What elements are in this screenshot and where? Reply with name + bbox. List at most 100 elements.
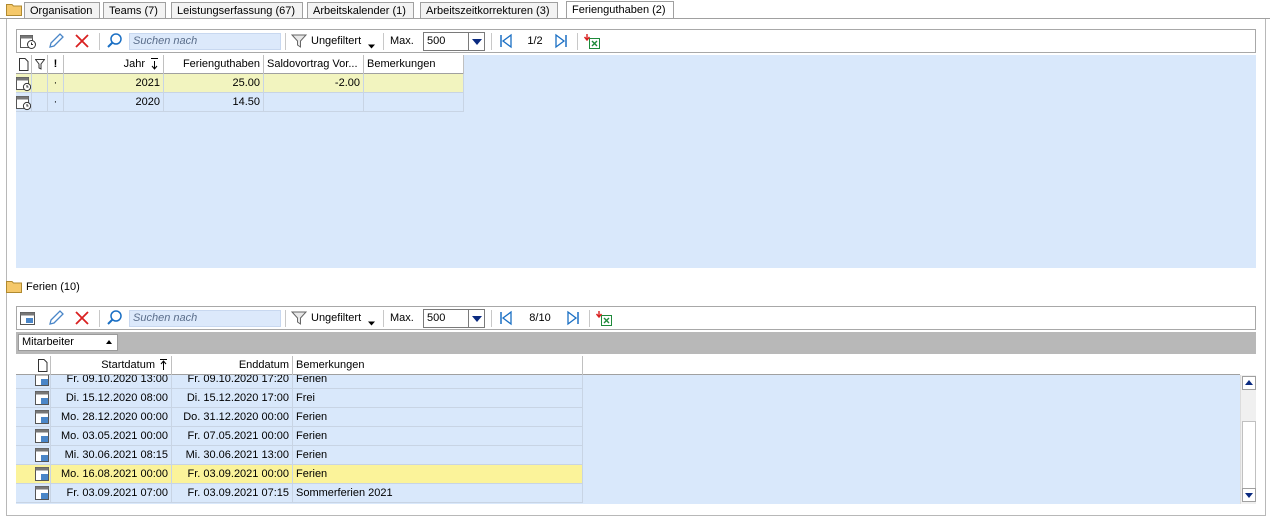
group-by-label: Mitarbeiter bbox=[22, 336, 74, 348]
cell-bemerkungen: Ferien bbox=[293, 408, 583, 427]
row-flag-cell: · bbox=[48, 74, 64, 93]
pencil-icon[interactable] bbox=[47, 309, 65, 327]
max-select[interactable]: 500 bbox=[423, 309, 485, 328]
cell-enddatum: Mi. 30.06.2021 13:00 bbox=[172, 446, 293, 465]
grid-header: ! Jahr Ferienguthaben Saldovortrag Vor..… bbox=[16, 55, 464, 74]
col-header-bemerkungen[interactable]: Bemerkungen bbox=[293, 356, 583, 375]
tab-organisation[interactable]: Organisation bbox=[24, 2, 101, 19]
cell-startdatum: Mo. 16.08.2021 00:00 bbox=[51, 465, 172, 484]
table-row[interactable]: Mo. 28.12.2020 00:00 Do. 31.12.2020 00:00… bbox=[16, 408, 583, 427]
tab-leistungserfassung[interactable]: Leistungserfassung (67) bbox=[171, 2, 304, 19]
col-header-jahr[interactable]: Jahr bbox=[64, 55, 164, 74]
group-by-mitarbeiter[interactable]: Mitarbeiter bbox=[18, 334, 118, 351]
row-indent bbox=[16, 427, 34, 446]
toolbar-separator bbox=[383, 310, 384, 327]
funnel-icon[interactable] bbox=[291, 309, 307, 327]
filter-dropdown[interactable]: Ungefiltert bbox=[311, 311, 361, 326]
calendar-new-icon bbox=[35, 448, 49, 462]
folder-icon bbox=[6, 4, 22, 16]
col-header-enddatum[interactable]: Enddatum bbox=[172, 356, 293, 375]
table-row[interactable]: Mo. 16.08.2021 00:00 Fr. 03.09.2021 00:00… bbox=[16, 465, 583, 484]
funnel-icon[interactable] bbox=[291, 32, 307, 50]
toolbar-separator bbox=[383, 33, 384, 50]
cell-bemerkungen: Ferien bbox=[293, 465, 583, 484]
cell-startdatum: Fr. 03.09.2021 07:00 bbox=[51, 484, 172, 503]
filter-dropdown[interactable]: Ungefiltert bbox=[311, 34, 361, 49]
table-row[interactable]: Fr. 03.09.2021 07:00 Fr. 03.09.2021 07:15… bbox=[16, 484, 583, 503]
sort-ascending-icon bbox=[106, 340, 112, 344]
row-icon-cell bbox=[16, 74, 32, 93]
funnel-icon bbox=[35, 59, 45, 70]
toolbar-separator bbox=[491, 310, 492, 327]
col-header-indent bbox=[16, 356, 34, 375]
cell-ferienguthaben: 14.50 bbox=[164, 93, 264, 112]
max-select[interactable]: 500 bbox=[423, 32, 485, 51]
table-row[interactable]: · 2021 25.00 -2.00 bbox=[16, 74, 464, 93]
row-indent bbox=[16, 465, 34, 484]
tab-ferienguthaben[interactable]: Ferienguthaben (2) bbox=[566, 1, 674, 19]
cell-jahr: 2021 bbox=[64, 74, 164, 93]
calendar-new-icon bbox=[35, 391, 49, 405]
excel-export-icon[interactable] bbox=[595, 309, 613, 327]
table-row[interactable]: Mi. 30.06.2021 08:15 Mi. 30.06.2021 13:00… bbox=[16, 446, 583, 465]
calendar-clock-icon[interactable] bbox=[19, 32, 37, 50]
col-header-ferienguthaben[interactable]: Ferienguthaben bbox=[164, 55, 264, 74]
row-icon-cell bbox=[34, 484, 51, 503]
col-header-startdatum[interactable]: Startdatum bbox=[51, 356, 172, 375]
tab-teams[interactable]: Teams (7) bbox=[103, 2, 166, 19]
cell-ferienguthaben: 25.00 bbox=[164, 74, 264, 93]
magnifier-icon[interactable] bbox=[106, 309, 124, 327]
group-by-bar: Mitarbeiter bbox=[16, 332, 1256, 354]
first-page-icon[interactable] bbox=[498, 309, 514, 327]
calendar-new-icon[interactable] bbox=[19, 309, 37, 327]
excel-export-icon[interactable] bbox=[583, 32, 601, 50]
toolbar-separator bbox=[285, 33, 286, 50]
magnifier-icon[interactable] bbox=[106, 32, 124, 50]
cell-bemerkungen bbox=[364, 74, 464, 93]
x-icon[interactable] bbox=[73, 309, 91, 327]
cell-enddatum: Fr. 03.09.2021 07:15 bbox=[172, 484, 293, 503]
table-row[interactable]: · 2020 14.50 bbox=[16, 93, 464, 112]
table-row[interactable]: Mo. 03.05.2021 00:00 Fr. 07.05.2021 00:00… bbox=[16, 427, 583, 446]
toolbar-separator bbox=[99, 33, 100, 50]
calendar-clock-icon bbox=[16, 96, 31, 111]
chevron-down-icon[interactable] bbox=[368, 315, 375, 333]
col-header-jahr-label: Jahr bbox=[123, 58, 145, 70]
first-page-icon[interactable] bbox=[498, 32, 514, 50]
calendar-new-icon bbox=[35, 429, 49, 443]
calendar-new-icon bbox=[35, 467, 49, 481]
scroll-down-button[interactable] bbox=[1242, 488, 1256, 502]
row-indent bbox=[16, 446, 34, 465]
calendar-clock-icon bbox=[16, 77, 31, 92]
cell-startdatum: Di. 15.12.2020 08:00 bbox=[51, 389, 172, 408]
max-label: Max. bbox=[390, 35, 414, 47]
scroll-thumb[interactable] bbox=[1242, 421, 1256, 489]
row-filter-cell bbox=[32, 74, 48, 93]
toolbar-ferien: Suchen nach Ungefiltert Max. 500 8/10 bbox=[16, 306, 1256, 330]
cell-bemerkungen: Ferien bbox=[293, 427, 583, 446]
max-dropdown-button[interactable] bbox=[468, 310, 484, 327]
sort-ascending-icon bbox=[160, 359, 167, 370]
search-input[interactable]: Suchen nach bbox=[129, 310, 281, 327]
last-page-icon[interactable] bbox=[565, 309, 581, 327]
tab-arbeitskalender[interactable]: Arbeitskalender (1) bbox=[307, 2, 414, 19]
tab-arbeitszeitkorrekturen[interactable]: Arbeitszeitkorrekturen (3) bbox=[420, 2, 558, 19]
cell-startdatum: Mo. 03.05.2021 00:00 bbox=[51, 427, 172, 446]
col-header-doc[interactable] bbox=[16, 55, 32, 74]
col-header-saldovortrag[interactable]: Saldovortrag Vor... bbox=[264, 55, 364, 74]
col-header-bemerkungen[interactable]: Bemerkungen bbox=[364, 55, 464, 74]
scroll-up-button[interactable] bbox=[1242, 376, 1256, 390]
search-input[interactable]: Suchen nach bbox=[129, 33, 281, 50]
page-indicator: 8/10 bbox=[529, 312, 551, 324]
col-header-filter[interactable] bbox=[32, 55, 48, 74]
pencil-icon[interactable] bbox=[47, 32, 65, 50]
table-row[interactable]: Di. 15.12.2020 08:00 Di. 15.12.2020 17:00… bbox=[16, 389, 583, 408]
col-header-exclamation[interactable]: ! bbox=[48, 55, 64, 74]
chevron-down-icon[interactable] bbox=[368, 38, 375, 56]
col-header-doc[interactable] bbox=[34, 356, 51, 375]
x-icon[interactable] bbox=[73, 32, 91, 50]
last-page-icon[interactable] bbox=[553, 32, 569, 50]
vertical-scrollbar[interactable] bbox=[1240, 375, 1256, 504]
max-dropdown-button[interactable] bbox=[468, 33, 484, 50]
cell-jahr: 2020 bbox=[64, 93, 164, 112]
